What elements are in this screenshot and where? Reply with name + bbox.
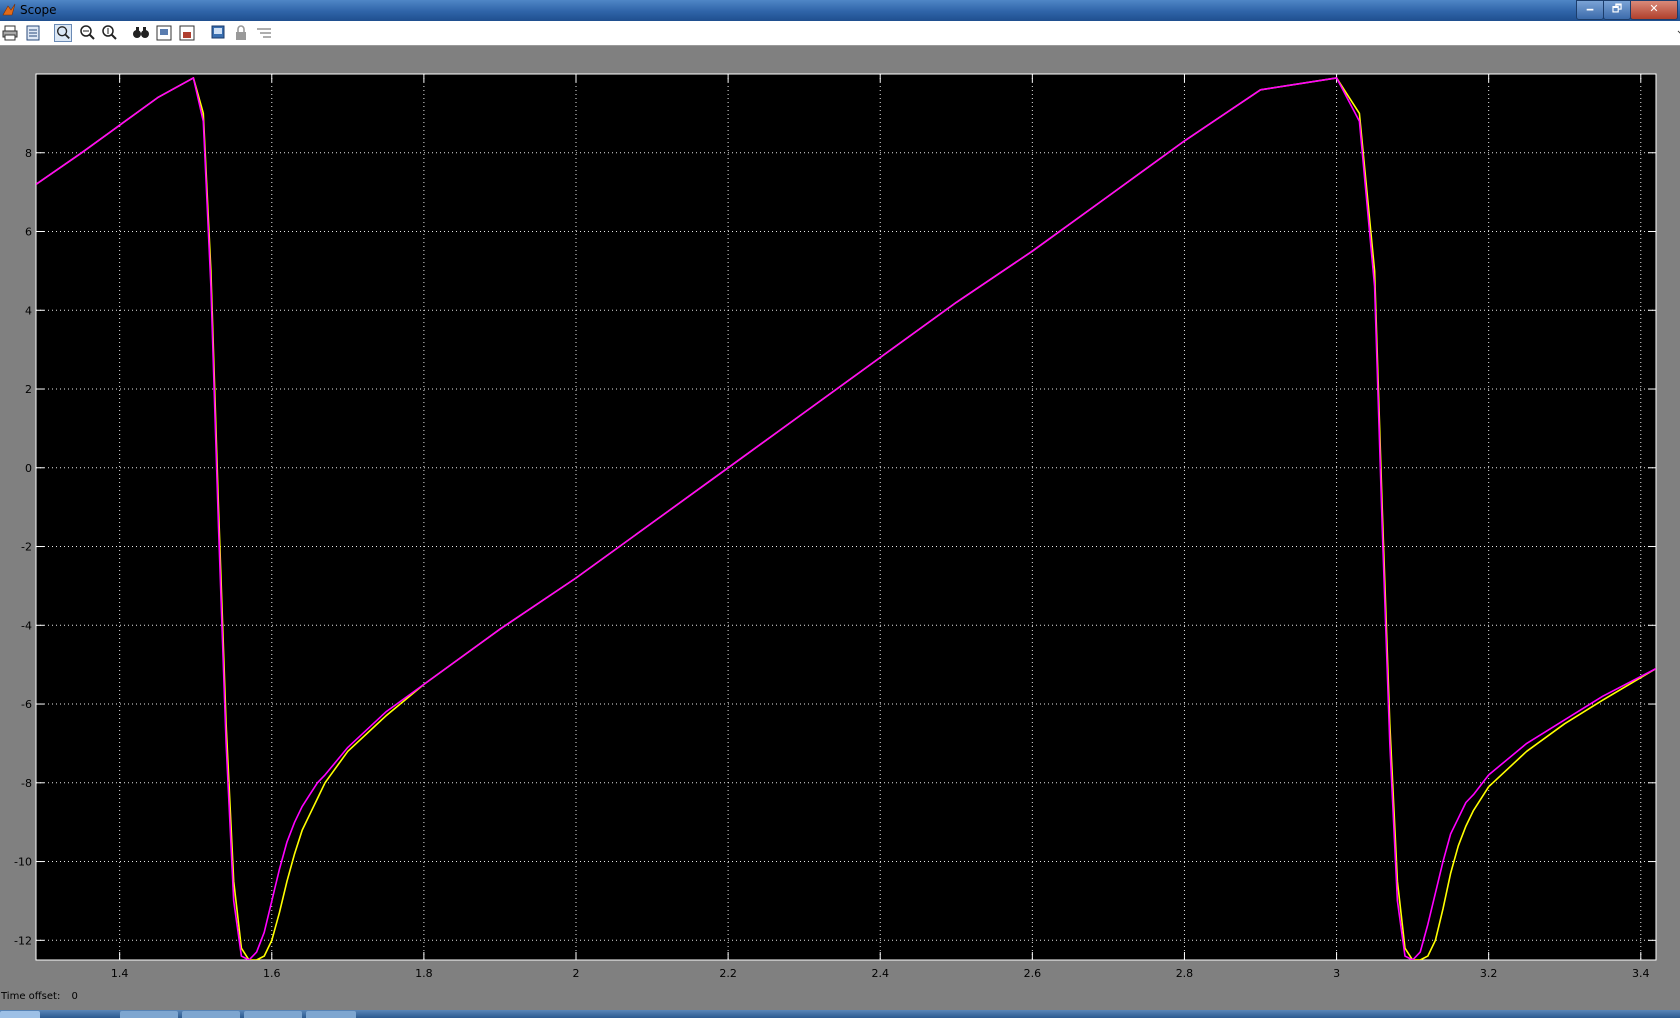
title-bar: Scope 🗕 🗗 ✕	[0, 0, 1680, 21]
floating-scope-icon[interactable]	[209, 24, 227, 42]
x-tick-label: 2	[573, 967, 580, 980]
scope-chart[interactable]: 1.4 1.6 1.8 2 2.2 2.4 2.6 2.8 3 3.2 3.4 8 6 4 2 0 -2 -4 -6…	[0, 46, 1680, 990]
x-tick-label: 3	[1333, 967, 1340, 980]
y-tick-label: -10	[14, 856, 32, 869]
x-tick-label: 3.2	[1480, 967, 1498, 980]
time-offset-value: 0	[71, 991, 78, 1002]
y-tick-label: -12	[14, 934, 32, 947]
y-tick-label: 6	[25, 226, 32, 239]
print-icon[interactable]	[1, 24, 19, 42]
y-tick-label: 2	[25, 383, 32, 396]
taskbar-item[interactable]	[120, 1011, 178, 1018]
x-tick-label: 2.2	[719, 967, 737, 980]
start-button[interactable]	[0, 1011, 40, 1018]
y-tick-label: 0	[25, 462, 32, 475]
y-tick-label: -8	[21, 777, 32, 790]
taskbar-item[interactable]	[244, 1011, 302, 1018]
dock-icon[interactable]: ↘	[1676, 27, 1680, 40]
parameters-icon[interactable]	[24, 24, 42, 42]
x-tick-label: 2.8	[1176, 967, 1194, 980]
zoom-y-icon[interactable]	[100, 24, 118, 42]
x-tick-label: 1.8	[415, 967, 433, 980]
y-tick-label: -4	[21, 619, 32, 632]
y-tick-label: -6	[21, 698, 32, 711]
time-offset-label: Time offset:	[1, 991, 61, 1002]
zoom-icon[interactable]	[54, 24, 72, 42]
y-tick-label: -2	[21, 541, 32, 554]
x-tick-label: 2.4	[871, 967, 889, 980]
signal-selector-icon[interactable]	[255, 24, 273, 42]
lock-axes-icon[interactable]	[232, 24, 250, 42]
x-tick-label: 1.4	[111, 967, 129, 980]
time-offset-status: Time offset: 0	[1, 991, 78, 1002]
matlab-app-icon	[2, 3, 16, 16]
toolbar: ↘	[0, 21, 1680, 46]
autoscale-icon[interactable]	[132, 24, 150, 42]
close-button[interactable]: ✕	[1630, 0, 1678, 20]
y-tick-label: 4	[25, 304, 32, 317]
x-tick-label: 1.6	[263, 967, 281, 980]
y-tick-label: 8	[25, 147, 32, 160]
restore-axes-icon[interactable]	[178, 24, 196, 42]
scope-plot-area: 1.4 1.6 1.8 2 2.2 2.4 2.6 2.8 3 3.2 3.4 8 6 4 2 0 -2 -4 -6…	[0, 46, 1680, 1010]
x-tick-label: 2.6	[1024, 967, 1042, 980]
window-title: Scope	[20, 3, 57, 17]
save-axes-icon[interactable]	[155, 24, 173, 42]
x-tick-label: 3.4	[1632, 967, 1650, 980]
minimize-button[interactable]: 🗕	[1576, 0, 1604, 20]
zoom-x-icon[interactable]	[78, 24, 96, 42]
plot-background	[35, 73, 1657, 961]
windows-taskbar	[0, 1010, 1680, 1018]
taskbar-item[interactable]	[182, 1011, 240, 1018]
restore-button[interactable]: 🗗	[1603, 0, 1631, 20]
taskbar-item[interactable]	[306, 1011, 356, 1018]
